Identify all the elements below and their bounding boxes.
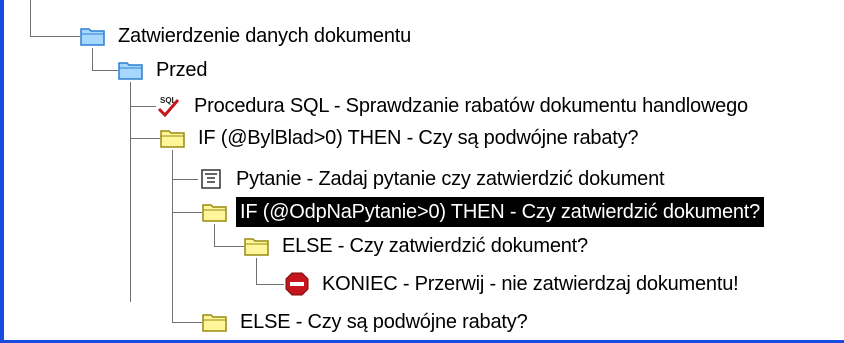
sql-check-icon: SQL <box>156 94 182 118</box>
tree-line <box>172 212 202 213</box>
tree-node-label: ELSE - Czy są podwójne rabaty? <box>240 311 528 333</box>
tree-node-pytanie[interactable]: Pytanie - Zadaj pytanie czy zatwierdzić … <box>198 163 668 195</box>
tree-line <box>172 179 198 180</box>
folder-yellow-icon <box>244 234 270 258</box>
folder-yellow-icon <box>160 126 186 150</box>
question-list-icon <box>198 167 224 191</box>
folder-yellow-icon <box>202 200 228 224</box>
tree-line <box>30 36 80 37</box>
tree-node-koniec[interactable]: KONIEC - Przerwij - nie zatwierdzaj doku… <box>284 268 743 300</box>
tree-node-label: IF (@BylBlad>0) THEN - Czy są podwójne r… <box>198 127 639 149</box>
tree-line <box>130 138 160 139</box>
tree-line <box>30 0 31 36</box>
tree-node-else-rabaty[interactable]: ELSE - Czy są podwójne rabaty? <box>202 306 532 338</box>
tree-node-przed[interactable]: Przed <box>118 54 211 86</box>
tree-node-label: Zatwierdzenie danych dokumentu <box>118 25 412 47</box>
tree-node-if-bylblad[interactable]: IF (@BylBlad>0) THEN - Czy są podwójne r… <box>160 122 642 154</box>
tree-line <box>130 82 131 302</box>
tree-node-label: Procedura SQL - Sprawdzanie rabatów doku… <box>194 95 748 117</box>
tree-line <box>256 284 284 285</box>
tree-line <box>214 246 244 247</box>
tree-border-left <box>0 0 4 343</box>
tree-node-label: KONIEC - Przerwij - nie zatwierdzaj doku… <box>322 273 739 295</box>
tree-line <box>172 322 202 323</box>
folder-open-blue-icon <box>80 24 106 48</box>
folder-open-blue-icon <box>118 58 144 82</box>
folder-yellow-icon <box>202 310 228 334</box>
tree-node-else-zatwierdzic[interactable]: ELSE - Czy zatwierdzić dokument? <box>244 230 592 262</box>
tree-node-label: Pytanie - Zadaj pytanie czy zatwierdzić … <box>236 168 665 190</box>
tree-node-procedura-sql[interactable]: SQL Procedura SQL - Sprawdzanie rabatów … <box>156 90 752 122</box>
tree-node-label: ELSE - Czy zatwierdzić dokument? <box>282 235 588 257</box>
stop-sign-icon <box>284 272 310 296</box>
tree-view[interactable]: Zatwierdzenie danych dokumentu Przed SQL… <box>0 0 844 343</box>
tree-node-label: Przed <box>156 59 208 81</box>
tree-node-if-odpnapytanie[interactable]: IF (@OdpNaPytanie>0) THEN - Czy zatwierd… <box>202 196 765 228</box>
tree-line <box>130 106 156 107</box>
tree-line <box>172 150 173 322</box>
tree-node-zatwierdzenie[interactable]: Zatwierdzenie danych dokumentu <box>80 20 415 52</box>
tree-node-label: IF (@OdpNaPytanie>0) THEN - Czy zatwierd… <box>236 197 765 227</box>
tree-line <box>92 70 118 71</box>
